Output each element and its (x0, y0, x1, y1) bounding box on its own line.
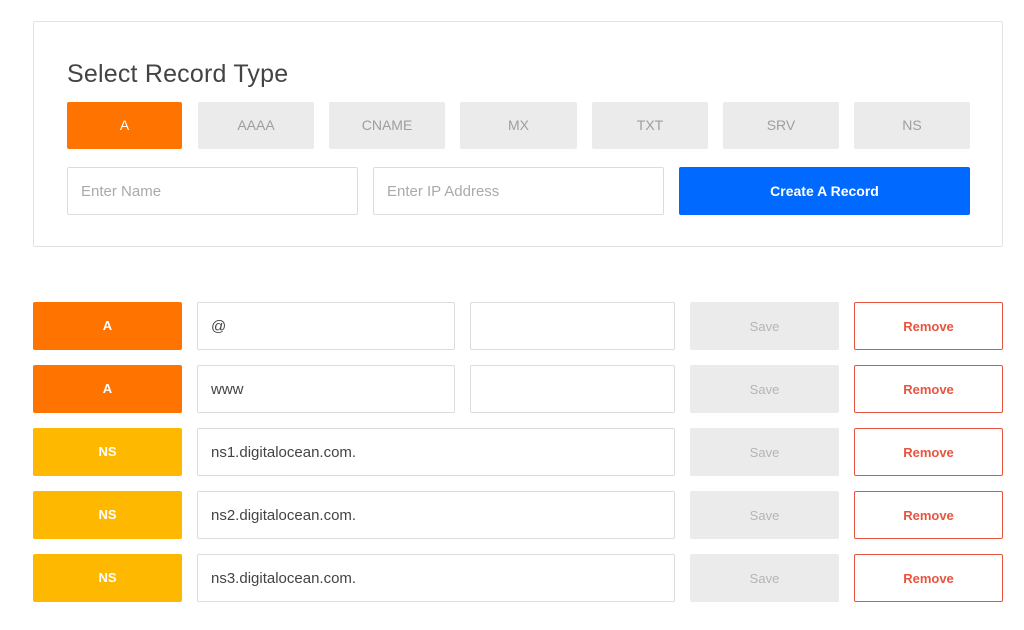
type-button-cname[interactable]: CNAME (329, 102, 445, 149)
save-button[interactable]: Save (690, 302, 839, 350)
type-button-a[interactable]: A (67, 102, 182, 149)
record-type-badge: A (33, 302, 182, 350)
save-button[interactable]: Save (690, 428, 839, 476)
type-button-srv[interactable]: SRV (723, 102, 839, 149)
record-type-panel: Select Record Type A AAAA CNAME MX TXT S… (33, 21, 1003, 247)
record-type-badge: NS (33, 491, 182, 539)
record-name-input[interactable] (197, 365, 455, 413)
record-name-input[interactable] (197, 302, 455, 350)
save-button[interactable]: Save (690, 554, 839, 602)
record-type-badge: NS (33, 554, 182, 602)
record-row: NS Save Remove (33, 428, 1003, 476)
remove-button[interactable]: Remove (854, 428, 1003, 476)
record-value-input[interactable] (470, 365, 675, 413)
record-row: A Save Remove (33, 365, 1003, 413)
name-input[interactable] (67, 167, 358, 215)
record-row: NS Save Remove (33, 554, 1003, 602)
record-row: A Save Remove (33, 302, 1003, 350)
remove-button[interactable]: Remove (854, 491, 1003, 539)
record-type-badge: NS (33, 428, 182, 476)
remove-button[interactable]: Remove (854, 554, 1003, 602)
create-record-button[interactable]: Create A Record (679, 167, 970, 215)
ip-address-input[interactable] (373, 167, 664, 215)
type-button-txt[interactable]: TXT (592, 102, 708, 149)
remove-button[interactable]: Remove (854, 365, 1003, 413)
remove-button[interactable]: Remove (854, 302, 1003, 350)
panel-title: Select Record Type (67, 60, 289, 88)
type-button-mx[interactable]: MX (460, 102, 577, 149)
record-hostname-input[interactable] (197, 491, 675, 539)
record-type-badge: A (33, 365, 182, 413)
save-button[interactable]: Save (690, 365, 839, 413)
record-value-input[interactable] (470, 302, 675, 350)
save-button[interactable]: Save (690, 491, 839, 539)
type-button-ns[interactable]: NS (854, 102, 970, 149)
record-hostname-input[interactable] (197, 428, 675, 476)
type-button-aaaa[interactable]: AAAA (198, 102, 314, 149)
record-hostname-input[interactable] (197, 554, 675, 602)
record-row: NS Save Remove (33, 491, 1003, 539)
